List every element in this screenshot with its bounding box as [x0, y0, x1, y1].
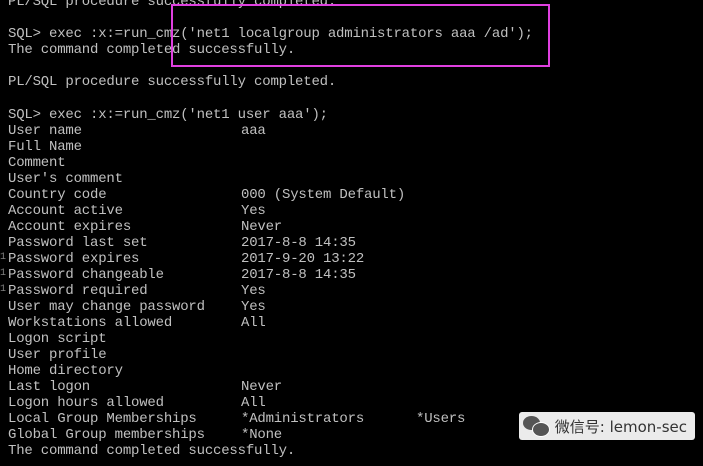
user-field-value: *Administrators	[241, 411, 365, 427]
user-field-value: 2017-8-8 14:35	[241, 235, 356, 251]
user-field-row: Account expires Never	[8, 219, 282, 235]
user-field-row: Global Group memberships *None	[8, 427, 282, 443]
user-field-label: Password required	[8, 283, 148, 299]
user-field-label: Workstations allowed	[8, 315, 173, 331]
user-field-label: User name	[8, 123, 82, 139]
user-field-row: User name aaa	[8, 123, 266, 139]
output-plsql-completed: PL/SQL procedure successfully completed.	[8, 74, 337, 90]
user-field-row: Password last set 2017-8-8 14:35	[8, 235, 356, 251]
user-field-label: User profile	[8, 347, 107, 363]
user-field-value: Yes	[241, 299, 266, 315]
user-field-label: Password expires	[8, 251, 140, 267]
terminal-window[interactable]: PL/SQL procedure successfully completed.…	[0, 0, 703, 466]
output-command-completed: The command completed successfully.	[8, 42, 296, 58]
user-field-label: Logon script	[8, 331, 107, 347]
user-field-value: Yes	[241, 203, 266, 219]
user-field-label: User may change password	[8, 299, 205, 315]
user-field-label: Country code	[8, 187, 107, 203]
user-field-row: Logon script	[8, 331, 107, 347]
user-field-row: Logon hours allowed All	[8, 395, 266, 411]
left-edge-mark: 1	[0, 268, 7, 279]
user-field-row: Local Group Memberships *Administrators *U…	[8, 411, 465, 427]
user-field-value: Never	[241, 379, 283, 395]
user-field-label: Last logon	[8, 379, 91, 395]
user-field-label: Logon hours allowed	[8, 395, 164, 411]
user-field-value: 000 (System Default)	[241, 187, 406, 203]
output-final-completed: The command completed successfully.	[8, 443, 296, 459]
user-field-row: Workstations allowed All	[8, 315, 266, 331]
user-field-label: Password changeable	[8, 267, 164, 283]
output-line-0: PL/SQL procedure successfully completed.	[8, 0, 337, 10]
user-field-value: *None	[241, 427, 283, 443]
watermark: 微信号: lemon-sec	[518, 412, 695, 440]
user-field-label: Password last set	[8, 235, 148, 251]
sql-command-user: SQL> exec :x:=run_cmz('net1 user aaa');	[8, 107, 328, 123]
user-field-value: Never	[241, 219, 283, 235]
user-field-value: All	[241, 315, 266, 331]
user-field-row: User's comment	[8, 171, 123, 187]
user-field-label: Local Group Memberships	[8, 411, 197, 427]
user-field-row: Comment	[8, 155, 66, 171]
wechat-icon	[522, 416, 550, 437]
left-edge-mark: 1	[0, 252, 7, 263]
user-field-label: Home directory	[8, 363, 123, 379]
user-field-row: Home directory	[8, 363, 123, 379]
user-field-label: User's comment	[8, 171, 123, 187]
left-edge-mark: 1	[0, 284, 7, 295]
user-field-row: Country code 000 (System Default)	[8, 187, 405, 203]
user-field-row: Password required Yes	[8, 283, 266, 299]
user-field-row: Last logon Never	[8, 379, 282, 395]
user-field-label: Full Name	[8, 139, 82, 155]
user-field-label: Global Group memberships	[8, 427, 205, 443]
user-field-value: aaa	[241, 123, 266, 139]
user-field-label: Account active	[8, 203, 123, 219]
user-field-row: Account active Yes	[8, 203, 266, 219]
user-field-row: Full Name	[8, 139, 82, 155]
user-field-row: Password changeable 2017-8-8 14:35	[8, 267, 356, 283]
left-edge-marks: 1 1 1	[0, 250, 7, 310]
user-field-label: Comment	[8, 155, 66, 171]
user-field-value-secondary: *Users	[416, 411, 466, 427]
user-field-row: Password expires 2017-9-20 13:22	[8, 251, 364, 267]
user-field-value: 2017-8-8 14:35	[241, 267, 356, 283]
user-field-value: All	[241, 395, 266, 411]
user-field-row: User profile	[8, 347, 107, 363]
user-field-row: User may change password Yes	[8, 299, 266, 315]
user-field-label: Account expires	[8, 219, 132, 235]
user-field-value: 2017-9-20 13:22	[241, 251, 365, 267]
user-field-value: Yes	[241, 283, 266, 299]
sql-command-localgroup: SQL> exec :x:=run_cmz('net1 localgroup a…	[8, 26, 533, 42]
watermark-text: 微信号: lemon-sec	[554, 417, 687, 436]
